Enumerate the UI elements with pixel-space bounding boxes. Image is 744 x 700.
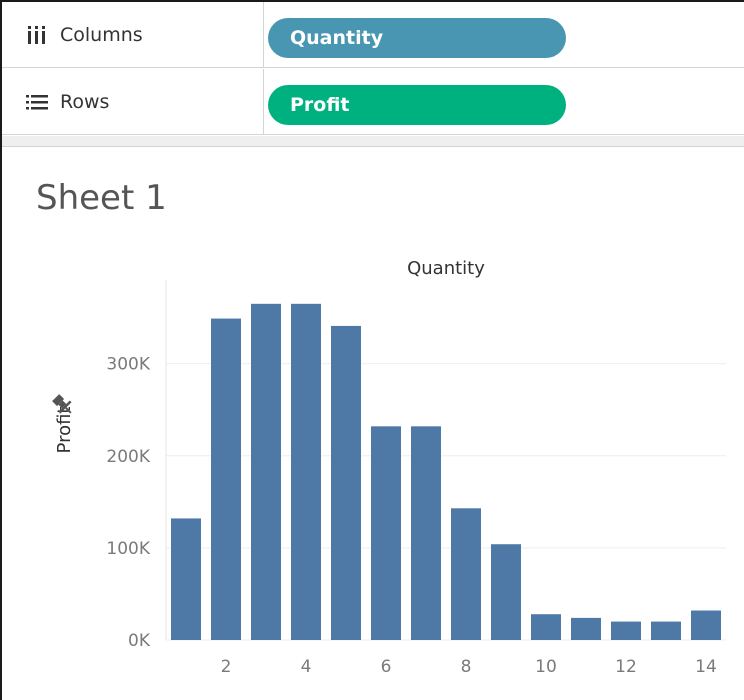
x-tick-label: 6 <box>381 657 392 677</box>
columns-shelf[interactable]: Columns Quantity <box>2 2 744 68</box>
y-axis-title-group[interactable]: Profit <box>54 407 75 454</box>
bar-quantity-11[interactable] <box>571 617 601 640</box>
bar-quantity-9[interactable] <box>491 544 521 640</box>
x-tick-label: 10 <box>535 657 557 677</box>
bar-quantity-14[interactable] <box>691 610 721 640</box>
quantity-pill-label: Quantity <box>290 27 384 49</box>
bar-quantity-4[interactable] <box>291 303 321 640</box>
y-tick-label: 0K <box>128 631 151 651</box>
rows-label-text: Rows <box>60 90 110 113</box>
bar-quantity-8[interactable] <box>451 508 481 640</box>
profit-by-quantity-chart[interactable]: 0K 100K 200K 300K 2 4 6 8 10 12 14 Quantity Profi… <box>0 148 744 700</box>
y-tick-label: 300K <box>106 355 150 375</box>
bar-quantity-3[interactable] <box>251 303 281 640</box>
columns-shelf-label: Columns <box>2 2 264 67</box>
rows-icon <box>26 92 56 112</box>
columns-icon <box>26 25 56 45</box>
x-tick-label: 8 <box>461 657 472 677</box>
bar-quantity-5[interactable] <box>331 325 361 640</box>
columns-label-text: Columns <box>60 23 143 46</box>
bar-quantity-7[interactable] <box>411 426 441 640</box>
bar-quantity-12[interactable] <box>611 621 641 640</box>
x-tick-label: 4 <box>301 657 312 677</box>
rows-shelf[interactable]: Rows Profit <box>2 69 744 135</box>
profit-pill[interactable]: Profit <box>268 85 566 125</box>
x-tick-label: 14 <box>695 657 717 677</box>
bar-quantity-10[interactable] <box>531 614 561 640</box>
bar-quantity-13[interactable] <box>651 621 681 640</box>
x-tick-label: 2 <box>221 657 232 677</box>
bar-quantity-6[interactable] <box>371 426 401 640</box>
bar-quantity-2[interactable] <box>211 318 241 640</box>
x-tick-label: 12 <box>615 657 637 677</box>
profit-pill-label: Profit <box>290 94 350 116</box>
rows-shelf-label: Rows <box>2 69 264 134</box>
quantity-pill[interactable]: Quantity <box>268 18 566 58</box>
y-tick-label: 100K <box>106 539 150 559</box>
y-tick-label: 200K <box>106 447 150 467</box>
x-axis-title[interactable]: Quantity <box>407 258 485 279</box>
shelf-separator <box>2 136 744 147</box>
bar-quantity-1[interactable] <box>171 518 201 640</box>
y-axis-title[interactable]: Profit <box>54 407 75 454</box>
